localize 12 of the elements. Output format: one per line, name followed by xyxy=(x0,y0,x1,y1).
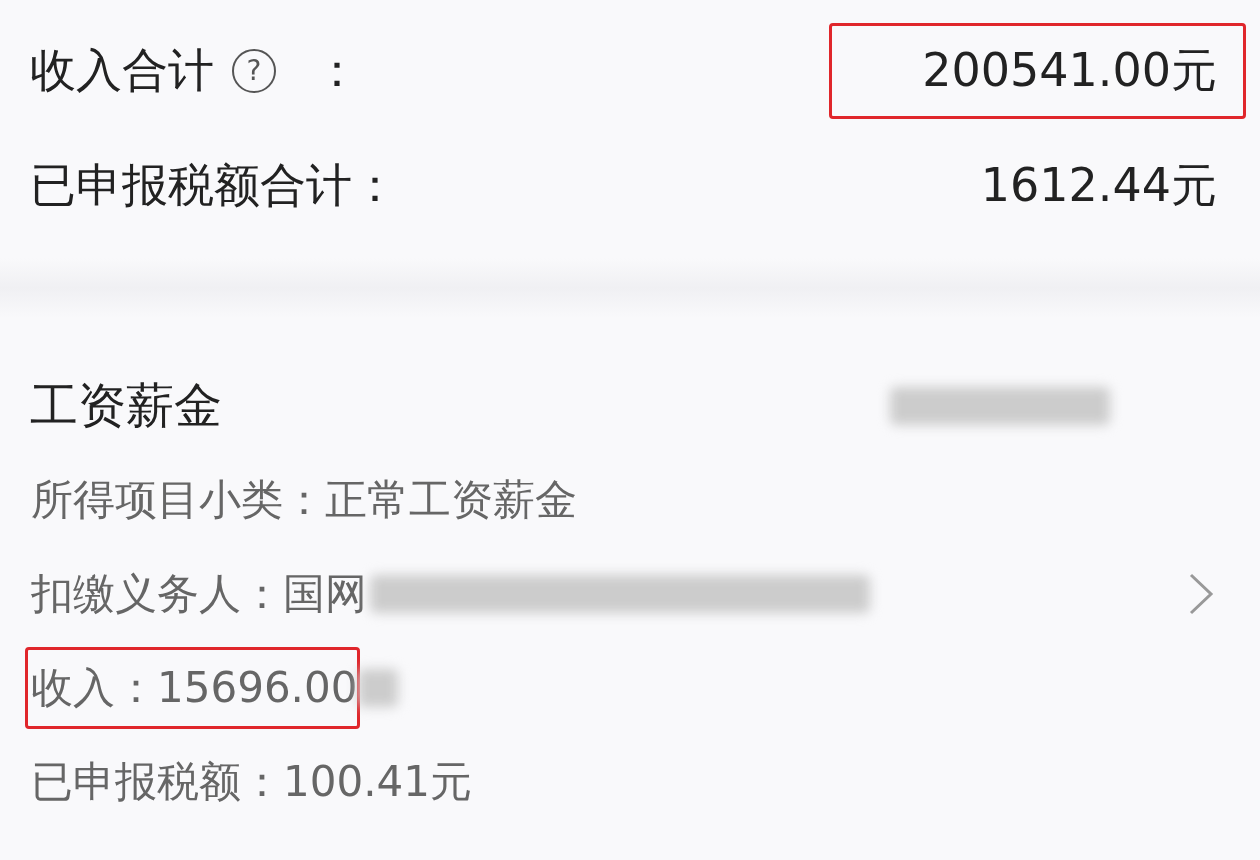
colon: ： xyxy=(314,41,360,99)
detail-text: 所得项目小类：正常工资薪金 xyxy=(30,474,578,526)
detail-text: 已申报税额：100.41元 xyxy=(30,756,473,808)
help-icon[interactable]: ? xyxy=(232,48,276,93)
detail-text: 收入：15696.00 xyxy=(25,647,361,729)
summary-label: 收入合计 xyxy=(30,41,214,99)
detail-text: 扣缴义务人：国网 xyxy=(30,568,368,620)
section-title: 工资薪金 xyxy=(30,375,222,435)
summary-label: 已申报税额合计： xyxy=(30,156,398,214)
summary-amount: 200541.00元 xyxy=(829,22,1246,119)
summary-amount: 1612.44元 xyxy=(979,156,1218,214)
chevron-right-icon[interactable] xyxy=(1188,572,1214,616)
